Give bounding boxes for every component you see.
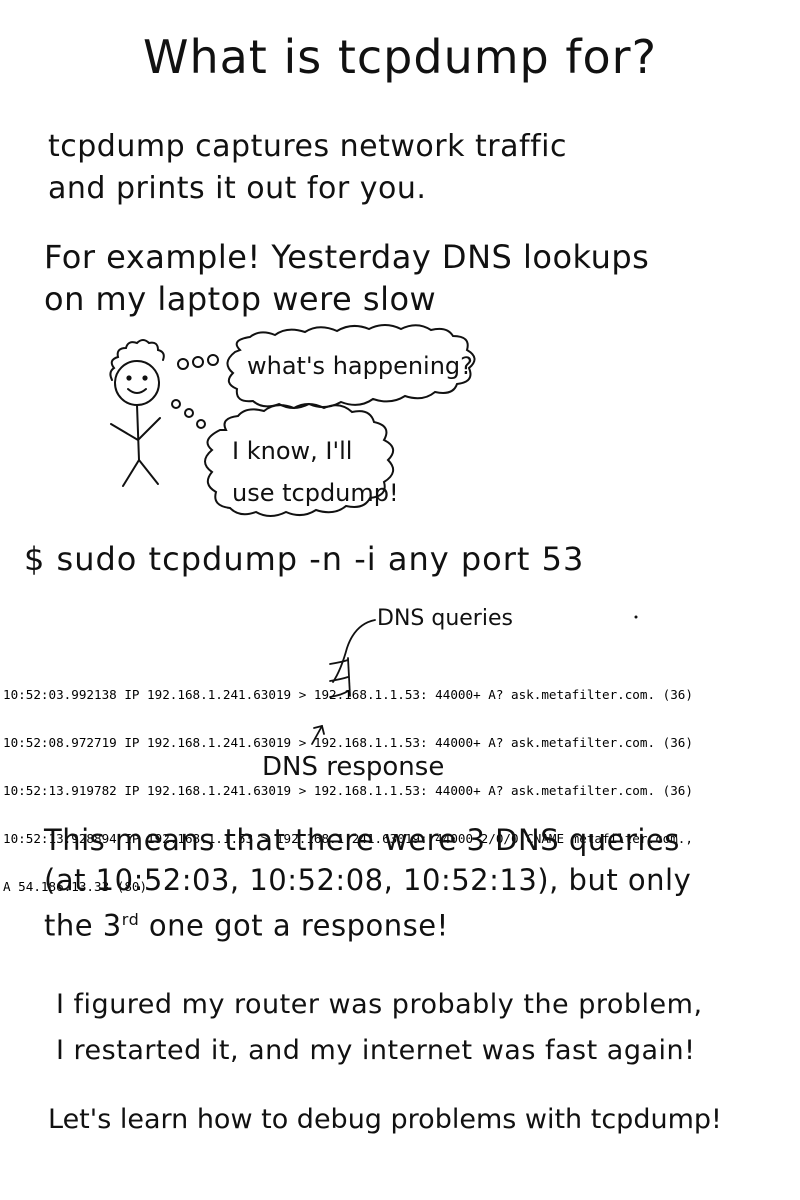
meaning-line-3: the 3rd one got a response! (44, 908, 449, 943)
meaning-line-1: This means that there were 3 DNS queries (44, 823, 680, 857)
conclusion-line-2: I restarted it, and my internet was fast… (56, 1035, 696, 1066)
dns-queries-label: DNS queries (377, 606, 513, 631)
dns-response-label: DNS response (262, 752, 445, 782)
thought-bubble-2-line-2: use tcpdump! (232, 479, 399, 507)
conclusion-paragraph: I figured my router was probably the pro… (56, 982, 703, 1074)
command-line: $ sudo tcpdump -n -i any port 53 (24, 540, 585, 578)
output-line: 10:52:13.919782 IP 192.168.1.241.63019 >… (3, 783, 693, 798)
thought-dots-icon (171, 354, 219, 429)
meaning-line-2: (at 10:52:03, 10:52:08, 10:52:13), but o… (44, 863, 692, 897)
stick-figure-icon (109, 339, 165, 487)
output-line: 10:52:03.992138 IP 192.168.1.241.63019 >… (3, 687, 693, 702)
stray-dot-icon (634, 615, 638, 619)
meaning-paragraph: This means that there were 3 DNS queries… (44, 820, 691, 946)
conclusion-line-1: I figured my router was probably the pro… (56, 989, 703, 1020)
thought-bubble-2-line-1: I know, I'll (232, 437, 353, 465)
output-line: 10:52:08.972719 IP 192.168.1.241.63019 >… (3, 735, 693, 750)
closing-line: Let's learn how to debug problems with t… (48, 1104, 722, 1135)
thought-bubble-2-text: I know, I'll use tcpdump! (232, 430, 399, 514)
thought-bubble-1-text: what's happening? (247, 352, 473, 380)
